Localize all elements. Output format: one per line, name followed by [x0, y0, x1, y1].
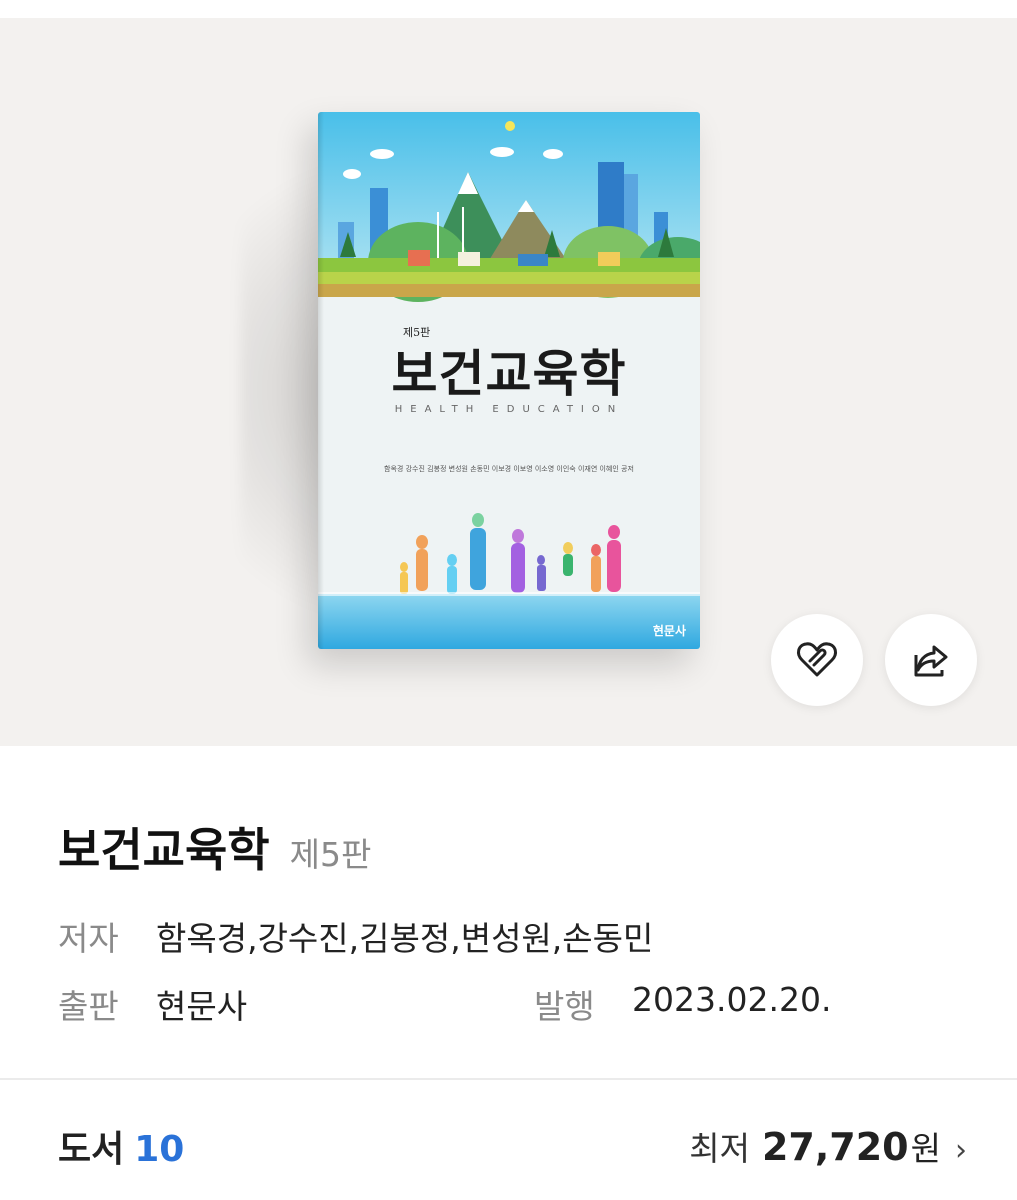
cover-title: 보건교육학	[391, 345, 627, 403]
book-info: 보건교육학 제5판	[58, 814, 371, 880]
heart-icon	[797, 642, 837, 677]
publisher-name[interactable]: 현문사	[156, 980, 247, 1028]
lowest-label: 최저	[689, 1129, 750, 1168]
books-count: 10	[134, 1129, 185, 1170]
author-row: 저자 함옥경,강수진,김봉정,변성원,손동민	[58, 912, 653, 960]
top-strip	[0, 0, 1017, 18]
publisher-row: 출판 현문사	[58, 980, 247, 1028]
lowest-price-link[interactable]: 최저 27,720 원 ›	[689, 1122, 967, 1170]
section-divider	[0, 1078, 1017, 1080]
author-names[interactable]: 함옥경,강수진,김봉정,변성원,손동민	[156, 912, 653, 960]
cover-authors: 함옥경 강수진 김봉정 변성원 손동민 이보경 이보영 이소영 이인숙 이재연 …	[384, 465, 634, 473]
cover-subtitle: HEALTH EDUCATION	[394, 404, 624, 415]
book-cover[interactable]: 제5판 보건교육학 HEALTH EDUCATION 함옥경 강수진 김봉정 변…	[318, 112, 700, 649]
books-label: 도서	[58, 1129, 125, 1170]
date-label: 발행	[534, 987, 595, 1026]
cover-publisher-logo: 현문사	[652, 624, 686, 638]
chevron-right-icon: ›	[955, 1133, 967, 1168]
wishlist-button[interactable]	[771, 614, 863, 706]
share-button[interactable]	[885, 614, 977, 706]
lowest-price: 27,720	[761, 1125, 909, 1169]
author-label: 저자	[58, 919, 119, 958]
hero-area: 제5판 보건교육학 HEALTH EDUCATION 함옥경 강수진 김봉정 변…	[0, 0, 1017, 746]
book-edition: 제5판	[289, 835, 372, 874]
books-count-link[interactable]: 도서 10	[58, 1120, 184, 1172]
publish-date: 2023.02.20.	[632, 980, 832, 1019]
currency-unit: 원	[910, 1129, 941, 1168]
share-icon	[914, 645, 948, 677]
publisher-label: 출판	[58, 987, 119, 1026]
book-title: 보건교육학	[58, 823, 270, 877]
date-row: 발행 2023.02.20.	[534, 980, 831, 1028]
